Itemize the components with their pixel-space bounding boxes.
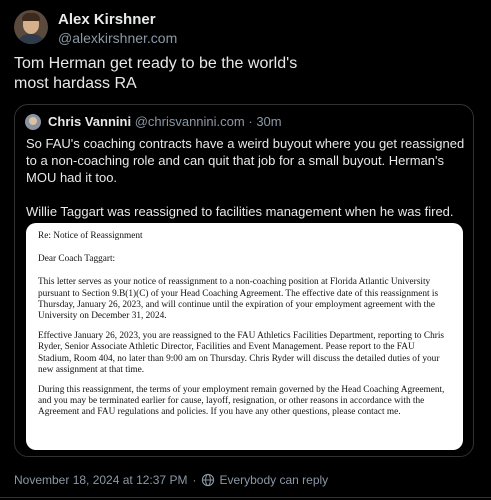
letter-image[interactable]: Re: Notice of Reassignment Dear Coach Ta… (26, 223, 463, 450)
reply-setting[interactable]: Everybody can reply (219, 473, 328, 487)
post-text: Tom Herman get ready to be the world's m… (14, 55, 298, 92)
letter-salutation: Dear Coach Taggart: (38, 254, 116, 265)
quote-author-avatar[interactable] (25, 114, 41, 130)
quote-separator: · (248, 114, 253, 129)
author-display-name[interactable]: Alex Kirshner (58, 11, 156, 28)
quote-handle[interactable]: @chrisvannini.com (135, 114, 245, 129)
quote-paragraph: So FAU's coaching contracts have a weird… (26, 136, 465, 185)
post-timestamp[interactable]: November 18, 2024 at 12:37 PM (14, 473, 187, 487)
quote-display-name[interactable]: Chris Vannini (48, 114, 131, 129)
letter-paragraph: During this reassignment, the terms of y… (38, 385, 445, 418)
letter-subject: Re: Notice of Reassignment (38, 231, 143, 241)
bottom-divider (0, 497, 491, 498)
quote-post-card[interactable]: Chris Vannini @chrisvannini.com · 30m So… (14, 104, 474, 457)
quote-age[interactable]: 30m (256, 114, 281, 129)
author-handle[interactable]: @alexkirshner.com (58, 30, 177, 46)
letter-paragraph: This letter serves as your notice of rea… (38, 277, 439, 322)
author-avatar[interactable] (14, 10, 48, 44)
post-footer: November 18, 2024 at 12:37 PM · Everybod… (14, 473, 328, 487)
quote-header: Chris Vannini @chrisvannini.com · 30m (48, 114, 282, 129)
letter-paragraph: Effective January 26, 2023, you are reas… (38, 331, 445, 375)
footer-separator: · (192, 473, 197, 487)
quote-text: So FAU's coaching contracts have a weird… (26, 135, 466, 220)
quote-paragraph: Willie Taggart was reassigned to facilit… (26, 204, 454, 219)
globe-icon (201, 473, 215, 487)
